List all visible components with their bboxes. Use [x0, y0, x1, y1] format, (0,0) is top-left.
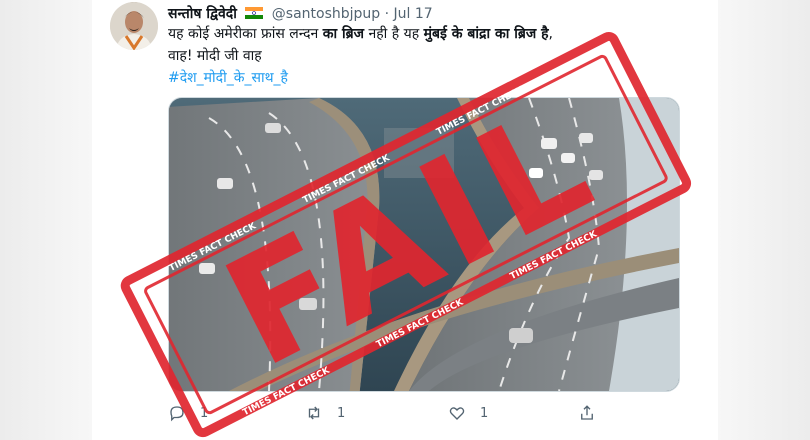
reply-icon — [170, 406, 184, 422]
bold-segment: का ब्रिज — [322, 26, 365, 42]
tweet-line-1: यह कोई अमेरीका फ्रांस लन्दन का ब्रिज नही… — [168, 23, 708, 45]
share-action[interactable] — [578, 404, 596, 422]
retweet-count: 1 — [337, 405, 346, 421]
user-handle[interactable]: @santoshbjpup — [272, 6, 380, 22]
separator-dot: · — [384, 6, 390, 22]
share-icon — [581, 405, 593, 420]
retweet-icon — [308, 406, 320, 420]
tweet-actions: 1 1 1 — [168, 404, 593, 428]
reply-action[interactable]: 1 — [168, 404, 208, 422]
text-segment: , — [548, 26, 553, 42]
text-segment: यह कोई अमेरीका फ्रांस लन्दन — [168, 26, 323, 42]
tweet-text: यह कोई अमेरीका फ्रांस लन्दन का ब्रिज नही… — [168, 23, 708, 89]
like-action[interactable]: 1 — [448, 404, 488, 422]
bold-segment: मुंबई के बांद्रा का ब्रिज है — [423, 26, 549, 42]
reply-count: 1 — [200, 405, 209, 421]
right-frame — [718, 0, 810, 440]
display-name[interactable]: सन्तोष द्विवेदी — [168, 6, 237, 22]
tweet-header: सन्तोष द्विवेदी @santoshbjpup · Jul 17 — [168, 4, 433, 23]
tweet-card[interactable]: सन्तोष द्विवेदी @santoshbjpup · Jul 17 य… — [92, 0, 718, 440]
tweet-photo[interactable] — [168, 97, 680, 392]
like-count: 1 — [480, 405, 489, 421]
tweet-date[interactable]: Jul 17 — [394, 6, 433, 22]
left-frame — [0, 0, 92, 440]
india-flag-icon — [245, 7, 264, 19]
retweet-action[interactable]: 1 — [305, 404, 345, 422]
hashtag-link[interactable]: #देश_मोदी_के_साथ_है — [168, 67, 708, 89]
avatar-portrait-icon — [110, 2, 158, 50]
text-segment: नही है यह — [364, 26, 424, 42]
bridge-photo — [169, 98, 679, 391]
avatar[interactable] — [110, 2, 158, 50]
tweet-line-2: वाह! मोदी जी वाह — [168, 48, 262, 64]
heart-icon — [449, 407, 465, 420]
